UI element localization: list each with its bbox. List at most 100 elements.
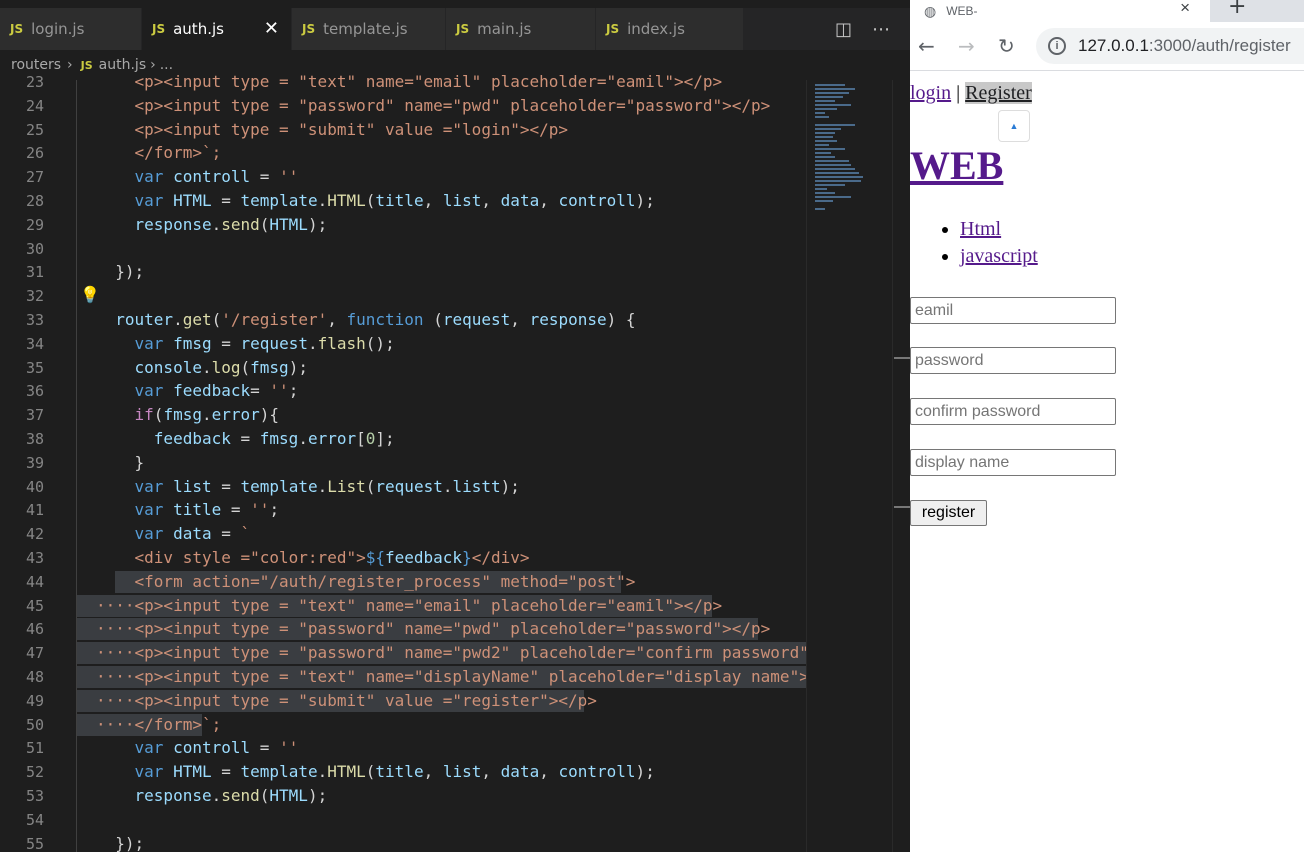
display-name-field[interactable] [910, 449, 1116, 476]
code-line[interactable]: 42 var data = ` [0, 522, 806, 546]
code-line[interactable]: 52 var HTML = template.HTML(title, list,… [0, 760, 806, 784]
js-file-icon: JS [152, 22, 166, 36]
minimap-line [815, 164, 851, 166]
reload-icon[interactable]: ↻ [998, 34, 1015, 58]
password-field[interactable] [910, 347, 1116, 374]
forward-arrow-icon[interactable]: → [958, 34, 975, 58]
code-line[interactable]: 45 ····<p><input type = "text" name="emai… [0, 594, 806, 618]
tab-login-js[interactable]: JS login.js [0, 8, 142, 50]
code-line[interactable]: 33 router.get('/register', function (req… [0, 308, 806, 332]
code-line[interactable]: 36 var feedback= ''; [0, 379, 806, 403]
code-text: ····<p><input type = "text" name="displa… [96, 667, 806, 686]
email-field[interactable] [910, 297, 1116, 324]
editor-tab-bar: JS login.js JS auth.js ✕ JS template.js … [0, 8, 910, 50]
code-line[interactable]: 48 ····<p><input type = "text" name="disp… [0, 665, 806, 689]
code-line[interactable]: 37 if(fmsg.error){ [0, 403, 806, 427]
topic-link-html[interactable]: Html [960, 218, 1001, 240]
code-line[interactable]: 41 var title = ''; [0, 498, 806, 522]
code-line[interactable]: 28 var HTML = template.HTML(title, list,… [0, 189, 806, 213]
lightbulb-icon[interactable]: 💡 [80, 285, 100, 304]
more-actions-icon[interactable]: ⋯ [872, 19, 890, 40]
extension-icon: ▲ [998, 110, 1030, 142]
minimap-line [815, 180, 861, 182]
tab-label: login.js [31, 20, 85, 38]
code-line[interactable]: 53 response.send(HTML); [0, 784, 806, 808]
code-line[interactable]: 35 console.log(fmsg); [0, 356, 806, 380]
minimap-line [815, 104, 851, 106]
back-arrow-icon[interactable]: ← [918, 34, 935, 58]
code-area[interactable]: 23 <p><input type = "text" name="email" … [0, 70, 806, 852]
code-line[interactable]: 27 var controll = '' [0, 165, 806, 189]
js-file-icon: JS [10, 22, 24, 36]
line-number: 46 [25, 620, 44, 639]
register-link[interactable]: Register [965, 82, 1032, 104]
code-line[interactable]: 25 <p><input type = "submit" value ="log… [0, 118, 806, 142]
code-text: ····</form>`; [96, 714, 222, 734]
code-line[interactable]: 30 [0, 237, 806, 261]
browser-tab[interactable]: ◍ WEB- × [910, 0, 1210, 22]
js-file-icon: JS [606, 22, 620, 36]
close-icon[interactable]: ✕ [264, 18, 279, 39]
code-line[interactable]: 24 <p><input type = "password" name="pwd… [0, 94, 806, 118]
code-text: } [134, 452, 145, 472]
editor-actions: ◫ ⋯ [835, 8, 890, 50]
minimap-line [815, 188, 827, 190]
code-line[interactable]: 29 response.send(HTML); [0, 213, 806, 237]
tab-index-js[interactable]: JS index.js [596, 8, 744, 50]
code-line[interactable]: 23 <p><input type = "text" name="email" … [0, 70, 806, 94]
code-line[interactable]: 43 <div style ="color:red">${feedback}</… [0, 546, 806, 570]
code-line[interactable]: 55 }); [0, 832, 806, 852]
code-line[interactable]: 44 <form action="/auth/register_process"… [0, 570, 806, 594]
register-button[interactable]: register [910, 500, 987, 526]
tab-auth-js[interactable]: JS auth.js ✕ [142, 8, 292, 50]
minimap-line [815, 176, 863, 178]
minimap-line [815, 96, 843, 98]
minimap-line [815, 156, 835, 158]
login-link[interactable]: login [910, 82, 951, 104]
line-number: 27 [25, 168, 44, 187]
minimap-line [815, 200, 833, 202]
code-text: var feedback= ''; [134, 381, 299, 401]
split-editor-icon[interactable]: ◫ [835, 19, 852, 40]
line-number: 52 [25, 763, 44, 782]
close-tab-icon[interactable]: × [1180, 0, 1190, 18]
tab-label: main.js [477, 20, 532, 38]
page-heading: WEB [910, 142, 1003, 189]
code-line[interactable]: 34 var fmsg = request.flash(); [0, 332, 806, 356]
top-nav: login | Register [910, 82, 1032, 105]
code-line[interactable]: 47 ····<p><input type = "password" name="… [0, 641, 806, 665]
line-number: 54 [25, 810, 44, 829]
line-number: 49 [25, 691, 44, 710]
tab-template-js[interactable]: JS template.js [292, 8, 446, 50]
code-text: var title = ''; [134, 500, 280, 520]
heading-link[interactable]: WEB [910, 143, 1003, 188]
line-number: 37 [25, 406, 44, 425]
vertical-scrollbar[interactable] [892, 80, 910, 852]
code-line[interactable]: 51 var controll = '' [0, 736, 806, 760]
topic-link-javascript[interactable]: javascript [960, 245, 1038, 267]
code-line[interactable]: 31 }); [0, 260, 806, 284]
address-bar[interactable]: i 127.0.0.1:3000/auth/register [1036, 28, 1304, 64]
code-line[interactable]: 40 var list = template.List(request.list… [0, 475, 806, 499]
tab-main-js[interactable]: JS main.js [446, 8, 596, 50]
minimap[interactable] [806, 80, 893, 852]
code-line[interactable]: 54 [0, 808, 806, 832]
line-number: 55 [25, 834, 44, 852]
minimap-line [815, 172, 859, 174]
line-number: 25 [25, 120, 44, 139]
tab-label: index.js [627, 20, 685, 38]
code-line[interactable]: 46 ····<p><input type = "password" name="… [0, 617, 806, 641]
code-text: var HTML = template.HTML(title, list, da… [134, 191, 655, 210]
line-number: 32 [25, 287, 44, 306]
confirm-password-field[interactable] [910, 398, 1116, 425]
code-line[interactable]: 32 [0, 284, 806, 308]
code-line[interactable]: 49 ····<p><input type = "submit" value ="… [0, 689, 806, 713]
code-line[interactable]: 26 </form>`; [0, 141, 806, 165]
code-line[interactable]: 39 } [0, 451, 806, 475]
new-tab-icon[interactable]: + [1228, 0, 1246, 19]
site-info-icon[interactable]: i [1048, 37, 1066, 55]
line-number: 45 [25, 596, 44, 615]
code-text: response.send(HTML); [134, 214, 328, 234]
code-line[interactable]: 50 ····</form>`; [0, 713, 806, 737]
code-line[interactable]: 38 feedback = fmsg.error[0]; [0, 427, 806, 451]
